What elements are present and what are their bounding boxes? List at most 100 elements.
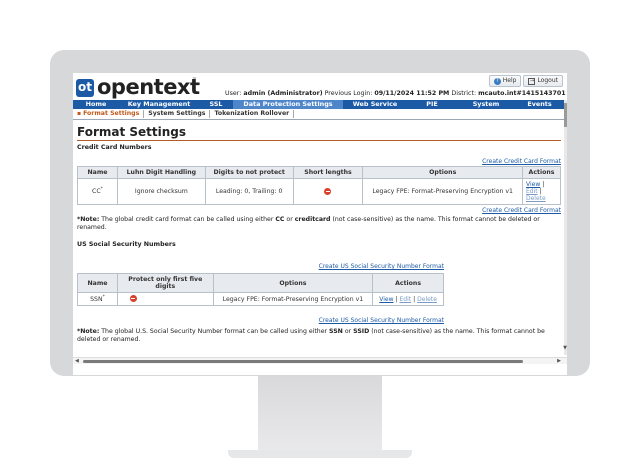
delete-link[interactable]: Delete bbox=[526, 195, 546, 202]
horizontal-scrollbar[interactable]: ◀ ▶ bbox=[73, 357, 567, 364]
credit-card-note: *Note: The global credit card format can… bbox=[77, 216, 561, 232]
options-cell: Legacy FPE: Format-Preserving Encryption… bbox=[362, 178, 523, 205]
user-value: admin (Administrator) bbox=[243, 90, 323, 97]
nav-pie[interactable]: PIE bbox=[407, 100, 457, 109]
create-ssn-format-link[interactable]: Create US Social Security Number Format bbox=[319, 263, 444, 270]
sub-nav: Format Settings System Settings Tokeniza… bbox=[73, 109, 564, 120]
not-allowed-icon bbox=[324, 187, 332, 195]
asterisk: * bbox=[100, 187, 103, 193]
logout-icon: → bbox=[528, 77, 536, 85]
view-link[interactable]: View bbox=[379, 296, 393, 303]
opentext-logo-icon: ot bbox=[76, 79, 94, 97]
nav-ssl[interactable]: SSL bbox=[199, 100, 233, 109]
tab-tokenization-rollover[interactable]: Tokenization Rollover bbox=[210, 110, 295, 118]
col-header: Digits to not protect bbox=[204, 166, 294, 179]
page-title: Format Settings bbox=[77, 125, 561, 141]
options-cell: Legacy FPE: Format-Preserving Encryption… bbox=[212, 291, 374, 307]
district-prefix: District: bbox=[451, 90, 477, 97]
actions-cell: View | Edit | Delete bbox=[372, 291, 444, 307]
help-label: Help bbox=[502, 77, 517, 84]
format-name: SSN bbox=[90, 296, 103, 304]
credit-card-section-title: Credit Card Numbers bbox=[77, 144, 152, 151]
browser-screen: ot opentext ™ ? Help → Logout User: admi… bbox=[73, 73, 567, 375]
main-content: Format Settings Credit Card Numbers Crea… bbox=[77, 125, 562, 344]
format-name-cell: CC* bbox=[77, 178, 118, 205]
table-row: SSN* Legacy FPE: Format-Preserving Encry… bbox=[77, 291, 444, 307]
note-keyword: creditcard bbox=[294, 216, 331, 223]
monitor-base bbox=[228, 450, 412, 458]
format-name: CC bbox=[92, 188, 101, 196]
digits-cell: Leading: 0, Trailing: 0 bbox=[204, 178, 294, 205]
delete-link[interactable]: Delete bbox=[417, 296, 437, 303]
user-info: User: admin (Administrator) Previous Log… bbox=[225, 90, 566, 97]
login-value: 09/11/2024 11:52 PM bbox=[374, 90, 450, 97]
note-keyword: SSN bbox=[329, 328, 343, 336]
col-header: Name bbox=[77, 273, 118, 293]
col-header: Protect only first five digits bbox=[116, 273, 214, 293]
scroll-down-arrow-icon[interactable]: ▼ bbox=[563, 345, 567, 351]
protect-first-five-cell bbox=[116, 291, 214, 307]
create-credit-card-link-bottom: Create Credit Card Format bbox=[77, 207, 561, 214]
help-button[interactable]: ? Help bbox=[488, 75, 522, 87]
nav-data-protection-settings[interactable]: Data Protection Settings bbox=[233, 100, 343, 109]
main-nav: Home Key Management SSL Data Protection … bbox=[73, 100, 564, 109]
note-text: or bbox=[344, 328, 352, 336]
create-ssn-link-bottom: Create US Social Security Number Format bbox=[77, 307, 444, 326]
nav-key-management[interactable]: Key Management bbox=[119, 100, 199, 109]
nav-home[interactable]: Home bbox=[73, 100, 119, 109]
logout-button[interactable]: → Logout bbox=[523, 75, 563, 87]
actions-cell: View | Edit | Delete bbox=[521, 178, 562, 205]
create-credit-card-link-top: Create Credit Card Format bbox=[77, 158, 561, 165]
nav-web-service[interactable]: Web Service bbox=[343, 100, 407, 109]
edit-link[interactable]: Edit bbox=[400, 296, 412, 303]
tab-system-settings[interactable]: System Settings bbox=[144, 110, 211, 118]
logout-label: Logout bbox=[537, 77, 558, 84]
note-keyword: SSID bbox=[353, 328, 370, 336]
format-name-cell: SSN* bbox=[77, 291, 118, 307]
scroll-left-arrow-icon[interactable]: ◀ bbox=[75, 358, 79, 365]
col-header: Short lengths bbox=[292, 166, 364, 179]
note-text: or bbox=[286, 216, 293, 223]
col-header: Luhn Digit Handling bbox=[116, 166, 206, 179]
user-prefix: User: bbox=[225, 90, 242, 97]
create-credit-card-format-link[interactable]: Create Credit Card Format bbox=[482, 158, 561, 165]
vertical-scrollbar[interactable] bbox=[564, 100, 567, 355]
short-lengths-cell bbox=[292, 178, 364, 205]
table-header-row: Name Protect only first five digits Opti… bbox=[77, 273, 444, 293]
vertical-scroll-thumb[interactable] bbox=[564, 103, 567, 127]
district-value: mcauto.int#1415143701 bbox=[478, 90, 566, 97]
scroll-right-arrow-icon[interactable]: ▶ bbox=[557, 358, 561, 365]
col-header: Name bbox=[77, 166, 118, 179]
credit-card-table: Name Luhn Digit Handling Digits to not p… bbox=[77, 166, 562, 205]
col-header: Options bbox=[212, 273, 374, 293]
table-header-row: Name Luhn Digit Handling Digits to not p… bbox=[77, 166, 562, 179]
note-label: *Note: bbox=[77, 216, 100, 223]
note-keyword: CC bbox=[275, 216, 285, 223]
tab-format-settings[interactable]: Format Settings bbox=[73, 110, 145, 118]
ssn-table: Name Protect only first five digits Opti… bbox=[77, 273, 444, 307]
ssn-section-title: US Social Security Numbers bbox=[77, 241, 176, 248]
asterisk: * bbox=[102, 295, 105, 300]
note-text: The global credit card format can be cal… bbox=[101, 216, 274, 223]
not-allowed-icon bbox=[129, 295, 137, 303]
top-actions: ? Help → Logout bbox=[488, 75, 563, 87]
col-header: Options bbox=[362, 166, 523, 179]
create-ssn-link-top: Create US Social Security Number Format bbox=[77, 253, 444, 272]
nav-events[interactable]: Events bbox=[515, 100, 564, 109]
col-header: Actions bbox=[521, 166, 562, 179]
luhn-cell: Ignore checksum bbox=[116, 178, 206, 205]
note-text: The global U.S. Social Security Number f… bbox=[101, 328, 328, 336]
create-credit-card-format-link-2[interactable]: Create Credit Card Format bbox=[482, 207, 561, 214]
view-link[interactable]: View bbox=[526, 181, 540, 188]
logo-trademark: ™ bbox=[192, 77, 197, 83]
edit-link[interactable]: Edit bbox=[526, 188, 538, 195]
horizontal-scroll-thumb[interactable] bbox=[83, 360, 523, 363]
ssn-note: *Note: The global U.S. Social Security N… bbox=[77, 328, 561, 344]
nav-system[interactable]: System bbox=[457, 100, 515, 109]
login-prefix: Previous Login: bbox=[324, 90, 373, 97]
note-label: *Note: bbox=[77, 328, 100, 336]
opentext-logo: opentext bbox=[97, 75, 200, 99]
create-ssn-format-link-2[interactable]: Create US Social Security Number Format bbox=[319, 317, 444, 324]
monitor-stand bbox=[258, 376, 382, 450]
monitor-frame: ot opentext ™ ? Help → Logout User: admi… bbox=[50, 50, 590, 376]
